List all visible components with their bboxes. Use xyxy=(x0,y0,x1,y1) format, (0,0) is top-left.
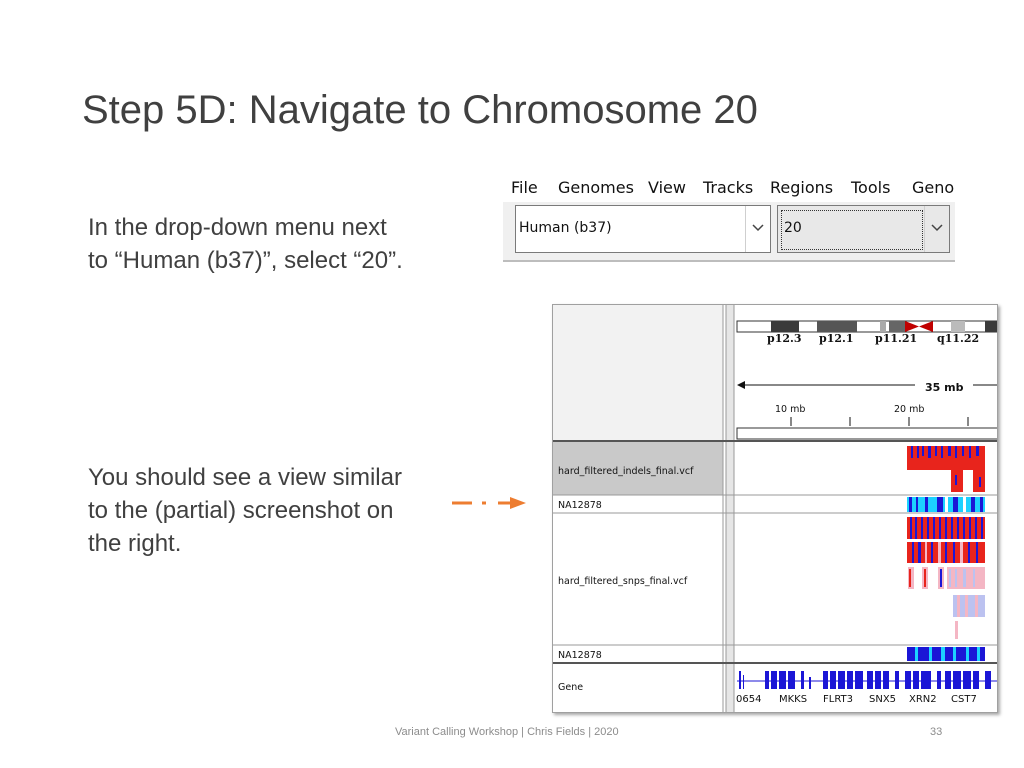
cytoband-label: p12.3 xyxy=(767,332,801,345)
igv-panel-canvas: p12.3 p12.1 p11.21 q11.22 35 mb 10 mb 20… xyxy=(553,305,997,712)
track-sample-indels[interactable]: NA12878 xyxy=(558,500,602,511)
gene-features xyxy=(737,671,997,689)
menu-regions[interactable]: Regions xyxy=(770,178,833,197)
indel-variants xyxy=(907,446,985,512)
menu-genomes[interactable]: Genomes xyxy=(558,178,634,197)
menu-view[interactable]: View xyxy=(648,178,686,197)
focus-outline xyxy=(781,210,923,250)
menu-tracks[interactable]: Tracks xyxy=(703,178,753,197)
description-line: to the (partial) screenshot on xyxy=(88,497,394,524)
description-line: the right. xyxy=(88,530,182,557)
description-text: You should see a view similar to the (pa… xyxy=(88,461,402,560)
igv-menubar: File Genomes View Tracks Regions Tools G… xyxy=(503,172,955,202)
ruler-tick-label: 10 mb xyxy=(775,404,805,415)
slide-number: 33 xyxy=(930,726,943,738)
ruler-tick-label: 20 mb xyxy=(894,404,924,415)
cytoband-label: p12.1 xyxy=(819,332,853,345)
gene-label[interactable]: MKKS xyxy=(779,694,807,705)
track-name-indels[interactable]: hard_filtered_indels_final.vcf xyxy=(558,466,694,477)
genome-dropdown[interactable]: Human (b37) xyxy=(515,205,771,253)
menu-tools[interactable]: Tools xyxy=(851,178,890,197)
chevron-down-icon[interactable] xyxy=(745,206,770,252)
gene-label[interactable]: 0654 xyxy=(736,694,761,705)
chromosome-dropdown-value: 20 xyxy=(784,220,802,236)
snp-variants xyxy=(907,517,985,661)
cytoband-label: p11.21 xyxy=(875,332,917,345)
instruction-line: to “Human (b37)”, select “20”. xyxy=(88,247,403,274)
gene-label[interactable]: XRN2 xyxy=(909,694,937,705)
chevron-down-icon[interactable] xyxy=(924,206,949,252)
menu-file[interactable]: File xyxy=(511,178,538,197)
igv-toolbar-screenshot: File Genomes View Tracks Regions Tools G… xyxy=(503,172,955,262)
menu-genomespace[interactable]: Geno xyxy=(912,178,954,197)
description-line: You should see a view similar xyxy=(88,464,402,491)
arrow-right-icon xyxy=(452,497,526,509)
track-name-gene[interactable]: Gene xyxy=(558,682,583,693)
gene-label[interactable]: FLRT3 xyxy=(823,694,853,705)
instruction-line: In the drop-down menu next xyxy=(88,214,387,241)
track-sample-snps[interactable]: NA12878 xyxy=(558,650,602,661)
ruler-span-label: 35 mb xyxy=(925,381,964,394)
cytoband-label: q11.22 xyxy=(937,332,979,345)
genome-dropdown-value: Human (b37) xyxy=(519,220,612,236)
instruction-text: In the drop-down menu next to “Human (b3… xyxy=(88,211,403,277)
gene-label[interactable]: SNX5 xyxy=(869,694,896,705)
gene-label[interactable]: CST7 xyxy=(951,694,977,705)
footer-text: Variant Calling Workshop | Chris Fields … xyxy=(395,726,619,738)
chromosome-dropdown[interactable]: 20 xyxy=(777,205,950,253)
igv-panel-screenshot: p12.3 p12.1 p11.21 q11.22 35 mb 10 mb 20… xyxy=(552,304,998,713)
slide-title: Step 5D: Navigate to Chromosome 20 xyxy=(82,88,758,132)
track-name-snps[interactable]: hard_filtered_snps_final.vcf xyxy=(558,576,688,587)
